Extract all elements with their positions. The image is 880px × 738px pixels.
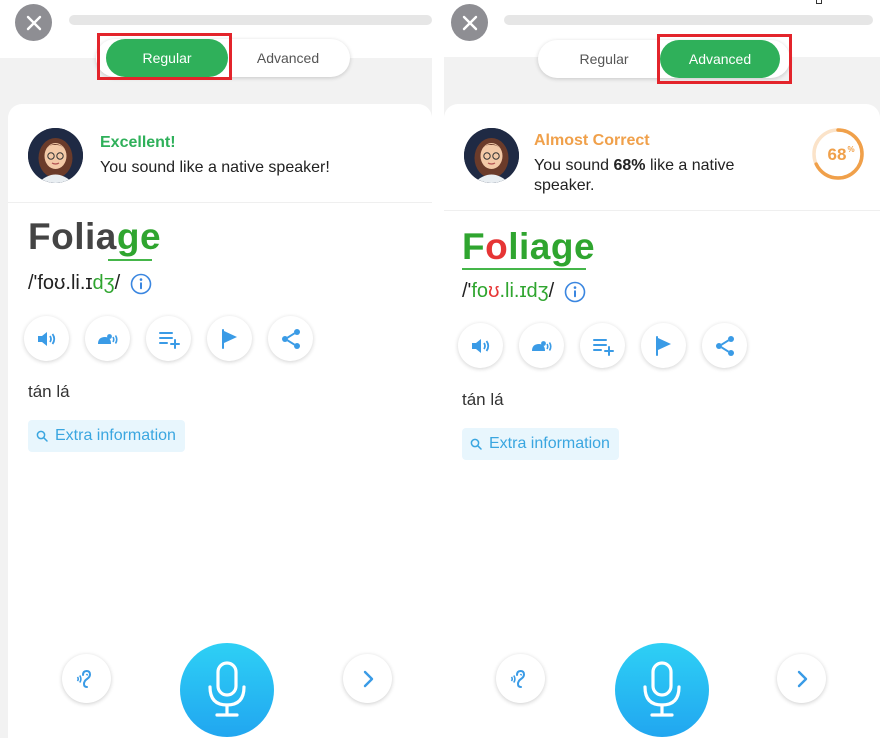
divider xyxy=(444,210,880,211)
word-title: Foliage xyxy=(462,226,595,268)
listen-recording-button[interactable] xyxy=(496,654,545,703)
next-button[interactable] xyxy=(777,654,826,703)
play-audio-button[interactable] xyxy=(458,323,503,368)
microphone-icon xyxy=(643,661,681,717)
word-meaning: tán lá xyxy=(28,382,70,401)
extra-information-button[interactable]: Extra information xyxy=(28,420,185,452)
extra-information-button[interactable]: Extra information xyxy=(462,428,619,460)
chevron-right-icon xyxy=(797,670,807,687)
ear-icon xyxy=(76,669,91,688)
info-icon[interactable] xyxy=(564,281,586,303)
play-slow-button[interactable] xyxy=(519,323,564,368)
word-part-highlight: ge xyxy=(116,216,162,257)
microphone-icon xyxy=(208,661,246,717)
ear-icon xyxy=(510,669,525,688)
listen-recording-button[interactable] xyxy=(62,654,111,703)
add-to-list-button[interactable] xyxy=(146,316,191,361)
search-icon xyxy=(470,438,482,450)
share-icon xyxy=(281,328,300,349)
bottom-controls xyxy=(0,628,432,738)
corner-mark xyxy=(816,0,822,4)
teacher-avatar-icon xyxy=(464,128,519,183)
report-button[interactable] xyxy=(641,323,686,368)
add-to-list-icon xyxy=(158,331,180,349)
flag-icon xyxy=(221,328,237,349)
slow-speaker-icon xyxy=(531,340,552,351)
extra-information-label: Extra information xyxy=(55,427,176,444)
search-icon xyxy=(36,430,48,442)
bottom-controls xyxy=(444,628,880,738)
close-icon xyxy=(26,15,41,30)
speaker-icon xyxy=(471,338,489,353)
lesson-progress-bar xyxy=(504,15,873,25)
avatar xyxy=(464,128,519,183)
score-value: 68 xyxy=(828,145,847,164)
flag-icon xyxy=(655,335,671,356)
left-screen-regular: Regular Advanced Excellent! You sound li… xyxy=(0,0,432,738)
screen-comparison: Regular Advanced Excellent! You sound li… xyxy=(0,0,880,738)
avatar xyxy=(28,128,83,183)
feedback-text: You sound 68% like a native speaker. xyxy=(534,156,764,196)
word-underline xyxy=(108,259,152,261)
add-to-list-button[interactable] xyxy=(580,323,625,368)
score-unit: % xyxy=(847,145,854,154)
highlight-box xyxy=(97,33,232,80)
ipa-part: / xyxy=(114,272,121,294)
play-slow-button[interactable] xyxy=(85,316,130,361)
word-underline xyxy=(462,268,586,270)
ipa-transcription: /'foʊ.li.ɪdʒ/ xyxy=(462,280,586,303)
word-title: Foliage xyxy=(28,216,161,258)
feedback-percent: 68% xyxy=(613,157,646,174)
feedback-title: Excellent! xyxy=(100,134,176,151)
speaker-icon xyxy=(37,331,55,346)
close-button[interactable] xyxy=(15,4,52,41)
action-buttons xyxy=(24,316,313,361)
feedback-text: You sound like a native speaker! xyxy=(100,159,330,176)
report-button[interactable] xyxy=(207,316,252,361)
divider xyxy=(8,202,432,203)
ipa-part: / xyxy=(548,280,555,302)
advanced-mode-button[interactable]: Advanced xyxy=(227,39,349,77)
word-part-correct: liage xyxy=(508,226,596,267)
right-screen-advanced: Regular Advanced Almost Correct You soun… xyxy=(444,0,880,738)
share-icon xyxy=(715,335,734,356)
ipa-part: /' xyxy=(462,280,472,302)
ipa-part-correct: .li.ɪdʒ xyxy=(499,280,549,302)
score-ring: 68 % xyxy=(812,128,864,180)
regular-mode-button[interactable]: Regular xyxy=(543,40,665,78)
word-part-error: o xyxy=(485,226,509,267)
teacher-avatar-icon xyxy=(28,128,83,183)
info-icon[interactable] xyxy=(130,273,152,295)
word-meaning: tán lá xyxy=(462,390,504,409)
slow-speaker-icon xyxy=(97,333,118,344)
ipa-part-correct: fo xyxy=(471,280,489,302)
ipa-part: /'foʊ.li.ɪ xyxy=(28,272,93,294)
word-part-correct: F xyxy=(462,226,486,267)
word-part: Folia xyxy=(28,216,117,257)
lesson-progress-bar xyxy=(69,15,432,25)
close-icon xyxy=(462,15,477,30)
ipa-transcription: /'foʊ.li.ɪdʒ/ xyxy=(28,272,152,295)
next-button[interactable] xyxy=(343,654,392,703)
feedback-text-part: You sound xyxy=(534,157,614,174)
chevron-right-icon xyxy=(363,670,373,687)
ipa-part-error: ʊ xyxy=(488,280,500,302)
record-button[interactable] xyxy=(615,643,709,737)
close-button[interactable] xyxy=(451,4,488,41)
action-buttons xyxy=(458,323,747,368)
extra-information-label: Extra information xyxy=(489,435,610,452)
highlight-box xyxy=(657,34,792,84)
play-audio-button[interactable] xyxy=(24,316,69,361)
add-to-list-icon xyxy=(592,338,614,356)
share-button[interactable] xyxy=(268,316,313,361)
feedback-title: Almost Correct xyxy=(534,132,650,149)
record-button[interactable] xyxy=(180,643,274,737)
ipa-part-highlight: dʒ xyxy=(92,272,115,294)
share-button[interactable] xyxy=(702,323,747,368)
